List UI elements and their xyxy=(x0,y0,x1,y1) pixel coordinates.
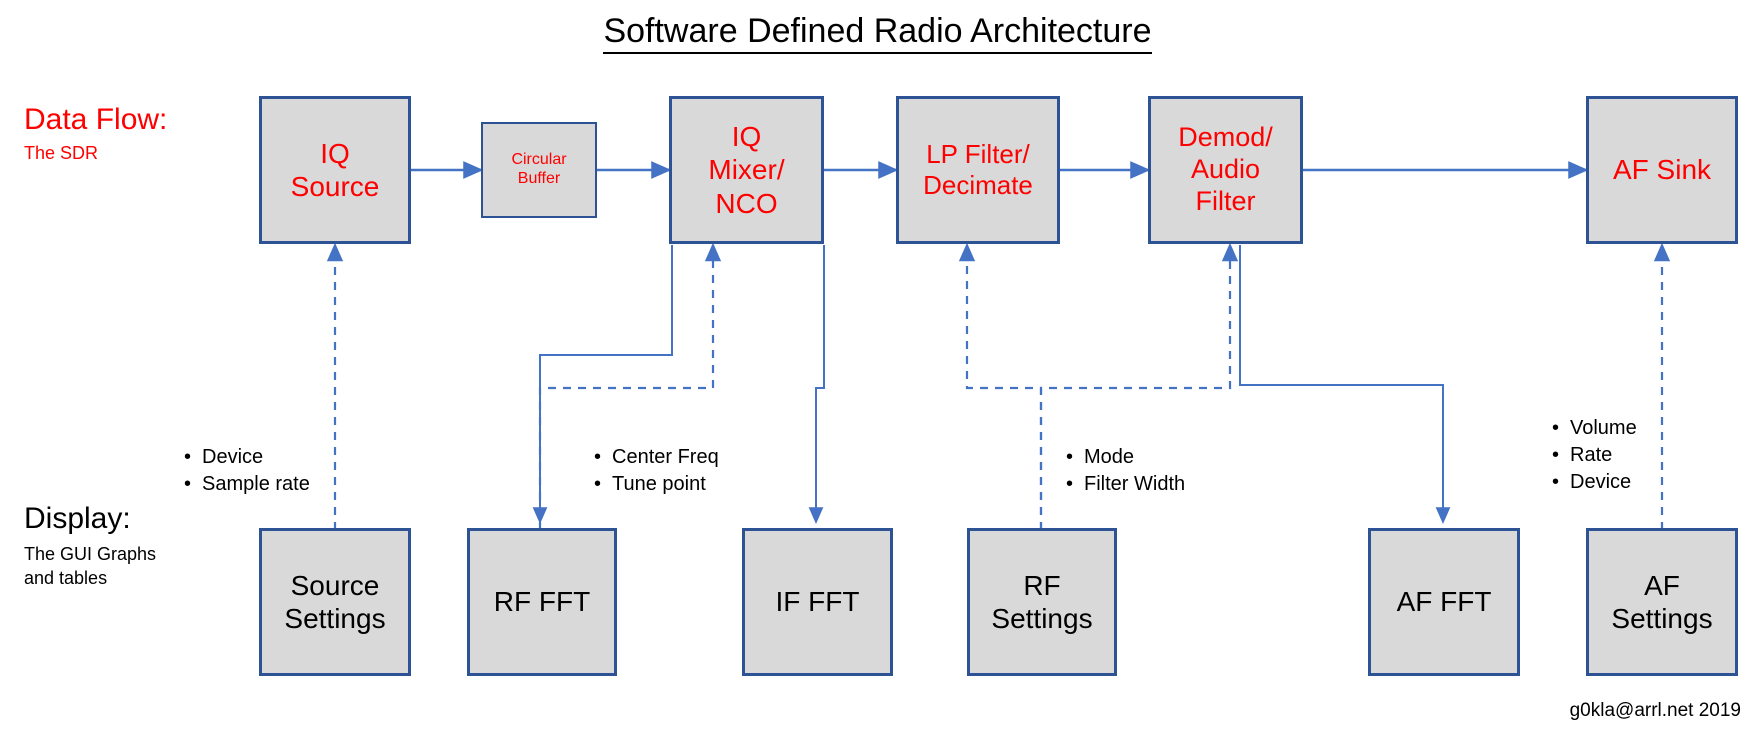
node-demod-audio-filter[interactable]: Demod/ Audio Filter xyxy=(1148,96,1303,244)
list-item: Rate xyxy=(1550,442,1637,469)
node-af-fft-label: AF FFT xyxy=(1396,586,1492,618)
rf-settings-bullets: Mode Filter Width xyxy=(1064,444,1185,498)
wire-rf-settings-to-lpfilter xyxy=(958,242,1043,530)
node-rf-settings-label: RF Settings xyxy=(991,569,1093,634)
list-item: Device xyxy=(1550,469,1637,496)
diagram-canvas: Software Defined Radio Architecture Data… xyxy=(0,0,1755,730)
credit-text: g0kla@arrl.net 2019 xyxy=(1569,700,1741,721)
node-if-fft[interactable]: IF FFT xyxy=(742,528,893,676)
list-item: Tune point xyxy=(592,471,719,498)
node-rf-fft[interactable]: RF FFT xyxy=(467,528,617,676)
node-af-fft[interactable]: AF FFT xyxy=(1368,528,1520,676)
display-row-label: Display: xyxy=(24,502,131,535)
node-circular-buffer[interactable]: Circular Buffer xyxy=(481,122,597,218)
node-source-settings[interactable]: Source Settings xyxy=(259,528,411,676)
node-circular-buffer-label: Circular Buffer xyxy=(511,151,567,187)
node-demod-audio-filter-label: Demod/ Audio Filter xyxy=(1178,122,1273,216)
node-lp-filter-decimate-label: LP Filter/ Decimate xyxy=(923,139,1033,200)
list-item: Sample rate xyxy=(182,471,310,498)
list-item: Volume xyxy=(1550,415,1637,442)
page-title-text: Software Defined Radio Architecture xyxy=(603,12,1152,54)
node-af-settings[interactable]: AF Settings xyxy=(1586,528,1738,676)
list-item: Center Freq xyxy=(592,444,719,471)
node-iq-source-label: IQ Source xyxy=(290,137,380,202)
node-rf-settings[interactable]: RF Settings xyxy=(967,528,1117,676)
wire-demod-to-af-fft xyxy=(1239,245,1451,524)
wire-mixer-out-to-if-fft xyxy=(808,245,825,524)
node-if-fft-label: IF FFT xyxy=(775,586,860,618)
node-lp-filter-decimate[interactable]: LP Filter/ Decimate xyxy=(896,96,1060,244)
node-af-settings-label: AF Settings xyxy=(1611,569,1713,634)
node-af-sink-label: AF Sink xyxy=(1612,154,1712,186)
node-iq-mixer-nco[interactable]: IQ Mixer/ NCO xyxy=(669,96,824,244)
page-title: Software Defined Radio Architecture xyxy=(0,12,1755,54)
node-source-settings-label: Source Settings xyxy=(284,569,386,634)
list-item: Mode xyxy=(1064,444,1185,471)
rf-settings-mixer-bullets: Center Freq Tune point xyxy=(592,444,719,498)
af-settings-bullets: Volume Rate Device xyxy=(1550,415,1637,496)
display-row-sublabel: The GUI Graphs and tables xyxy=(24,544,157,589)
node-iq-source[interactable]: IQ Source xyxy=(259,96,411,244)
node-rf-fft-label: RF FFT xyxy=(493,586,591,618)
dataflow-row-label: Data Flow: xyxy=(24,103,168,136)
list-item: Filter Width xyxy=(1064,471,1185,498)
list-item: Device xyxy=(182,444,310,471)
dataflow-row-sublabel: The SDR xyxy=(24,143,99,163)
node-af-sink[interactable]: AF Sink xyxy=(1586,96,1738,244)
source-settings-bullets: Device Sample rate xyxy=(182,444,310,498)
node-iq-mixer-nco-label: IQ Mixer/ NCO xyxy=(708,121,785,219)
